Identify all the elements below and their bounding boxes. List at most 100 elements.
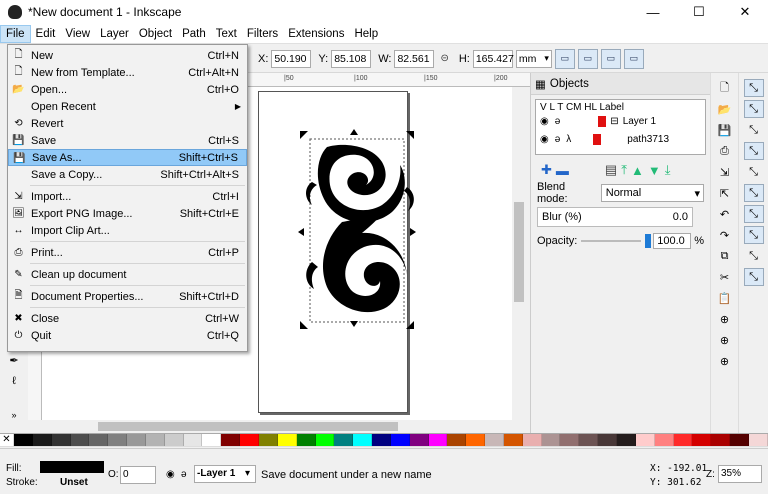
menu-item-print[interactable]: ⎙ Print... Ctrl+P	[8, 244, 247, 261]
scroll-thumb[interactable]	[98, 422, 398, 431]
color-swatch[interactable]	[353, 434, 373, 446]
color-swatch[interactable]	[428, 434, 448, 446]
redo-icon[interactable]: ↷	[715, 226, 735, 244]
lock-open-icon[interactable]: ə	[555, 116, 561, 127]
menu-item-import-clip-art[interactable]: ↔ Import Clip Art...	[8, 222, 247, 239]
undo-icon[interactable]: ↶	[715, 205, 735, 223]
menu-item-quit[interactable]: ⏻ Quit Ctrl+Q	[8, 327, 247, 344]
snap-enable-icon[interactable]: ⤡	[743, 79, 764, 97]
close-button[interactable]: ✕	[722, 0, 768, 24]
color-swatch[interactable]	[503, 434, 523, 446]
print-icon[interactable]: ⎙	[715, 142, 735, 160]
lower-bottom-icon[interactable]: ⤓	[665, 162, 671, 178]
scroll-thumb[interactable]	[514, 202, 524, 302]
color-swatch[interactable]	[70, 434, 90, 446]
unit-select[interactable]: mm	[515, 49, 552, 68]
color-swatch[interactable]	[447, 434, 467, 446]
transform-corners-icon[interactable]: ▭	[577, 48, 598, 69]
transform-gradient-icon[interactable]: ▭	[600, 48, 621, 69]
snap-edges-icon[interactable]: ⤡	[744, 121, 764, 139]
snap-bbox-icon[interactable]: ⤡	[743, 100, 764, 118]
import-icon[interactable]: ⇲	[715, 163, 735, 181]
blend-select[interactable]: Normal	[600, 184, 704, 202]
snap-cusp-icon[interactable]: ⤡	[743, 184, 764, 202]
color-swatch[interactable]	[390, 434, 410, 446]
menu-extensions[interactable]: Extensions	[283, 25, 349, 43]
color-swatch[interactable]	[89, 434, 109, 446]
color-swatch[interactable]	[409, 434, 429, 446]
menu-layer[interactable]: Layer	[95, 25, 134, 43]
menu-item-save-a-copy[interactable]: Save a Copy... Shift+Ctrl+Alt+S	[8, 166, 247, 183]
add-icon[interactable]: ✚	[541, 162, 552, 178]
color-swatch[interactable]	[14, 434, 33, 446]
color-swatch[interactable]	[711, 434, 731, 446]
opacity-handle[interactable]	[645, 234, 652, 248]
color-swatch[interactable]	[334, 434, 354, 446]
color-swatch[interactable]	[617, 434, 636, 446]
ornament-flourish[interactable]	[306, 144, 414, 313]
save-icon[interactable]: 💾	[715, 121, 735, 139]
color-swatch[interactable]	[635, 434, 655, 446]
color-swatch[interactable]	[541, 434, 561, 446]
color-swatch[interactable]	[372, 434, 391, 446]
menu-item-export-png-image[interactable]: 🖼 Export PNG Image... Shift+Ctrl+E	[8, 205, 247, 222]
color-swatch[interactable]	[164, 434, 184, 446]
copy-icon[interactable]: ⧉	[715, 247, 735, 265]
h-input[interactable]: 165.427	[472, 49, 514, 68]
lower-icon[interactable]: ▼	[648, 163, 661, 178]
export-icon[interactable]: ⇱	[715, 184, 735, 202]
maximize-button[interactable]: ☐	[676, 0, 722, 24]
zoom-selection-icon[interactable]: ⊕	[715, 310, 735, 328]
transform-stroke-icon[interactable]: ▭	[554, 48, 575, 69]
opacity-track[interactable]	[581, 240, 642, 242]
snap-nodes-icon[interactable]: ⤡	[743, 142, 764, 160]
color-swatch[interactable]	[485, 434, 504, 446]
no-paint-swatch[interactable]: ✕	[0, 434, 14, 446]
zoom-input[interactable]: 35%	[718, 465, 762, 483]
menu-item-open-recent[interactable]: Open Recent ▶	[8, 98, 247, 115]
color-swatch[interactable]	[51, 434, 71, 446]
menu-item-clean-up-document[interactable]: ✎ Clean up document	[8, 266, 247, 283]
color-swatch[interactable]	[654, 434, 674, 446]
snap-center-icon[interactable]: ⤡	[744, 247, 764, 265]
menu-text[interactable]: Text	[211, 25, 242, 43]
menu-object[interactable]: Object	[134, 25, 177, 43]
color-swatch[interactable]	[315, 434, 335, 446]
raise-top-icon[interactable]: ⤒	[621, 162, 627, 178]
color-swatch[interactable]	[108, 434, 128, 446]
color-swatch[interactable]	[127, 434, 146, 446]
eye-icon[interactable]: ◉	[540, 116, 549, 127]
menu-item-document-properties[interactable]: 🗎 Document Properties... Shift+Ctrl+D	[8, 288, 247, 305]
menu-item-save[interactable]: 💾 Save Ctrl+S	[8, 132, 247, 149]
menu-path[interactable]: Path	[177, 25, 211, 43]
x-input[interactable]: 50.190	[271, 49, 312, 68]
color-swatch[interactable]	[748, 434, 768, 446]
snap-midpoint-icon[interactable]: ⤡	[743, 226, 764, 244]
color-swatch[interactable]	[145, 434, 165, 446]
color-swatch[interactable]	[673, 434, 693, 446]
blur-slider[interactable]: Blur (%) 0.0	[537, 207, 693, 227]
color-swatch[interactable]	[32, 434, 52, 446]
horizontal-scrollbar[interactable]	[42, 420, 526, 433]
w-input[interactable]: 82.561	[394, 49, 435, 68]
cut-icon[interactable]: ✂	[715, 268, 735, 286]
objects-tree[interactable]: V L T CM HL Label ◉ ə ⊟ Layer 1 ◉ ə λ path…	[535, 99, 706, 155]
color-swatch[interactable]	[258, 434, 278, 446]
blur-value[interactable]: 0.0	[673, 211, 688, 223]
opacity-value[interactable]: 100.0	[653, 233, 692, 249]
color-swatch[interactable]	[277, 434, 297, 446]
toolbox-more-icon[interactable]: »	[4, 406, 24, 424]
visibility-icon[interactable]: ◉	[166, 469, 175, 480]
menu-item-new-from-template[interactable]: 🗋 New from Template... Ctrl+Alt+N	[8, 64, 247, 81]
object-label[interactable]: path3713	[627, 134, 669, 145]
color-swatch[interactable]	[183, 434, 203, 446]
menu-help[interactable]: Help	[349, 25, 383, 43]
stroke-value[interactable]: Unset	[60, 477, 88, 488]
menu-item-new[interactable]: 🗋 New Ctrl+N	[8, 47, 247, 64]
snap-page-icon[interactable]: ⤡	[743, 268, 764, 286]
menu-item-save-as[interactable]: 💾 Save As... Shift+Ctrl+S	[8, 149, 247, 166]
color-swatch[interactable]	[221, 434, 241, 446]
paste-icon[interactable]: 📋	[715, 289, 735, 307]
snap-smooth-icon[interactable]: ⤡	[743, 205, 764, 223]
y-input[interactable]: 85.108	[331, 49, 372, 68]
